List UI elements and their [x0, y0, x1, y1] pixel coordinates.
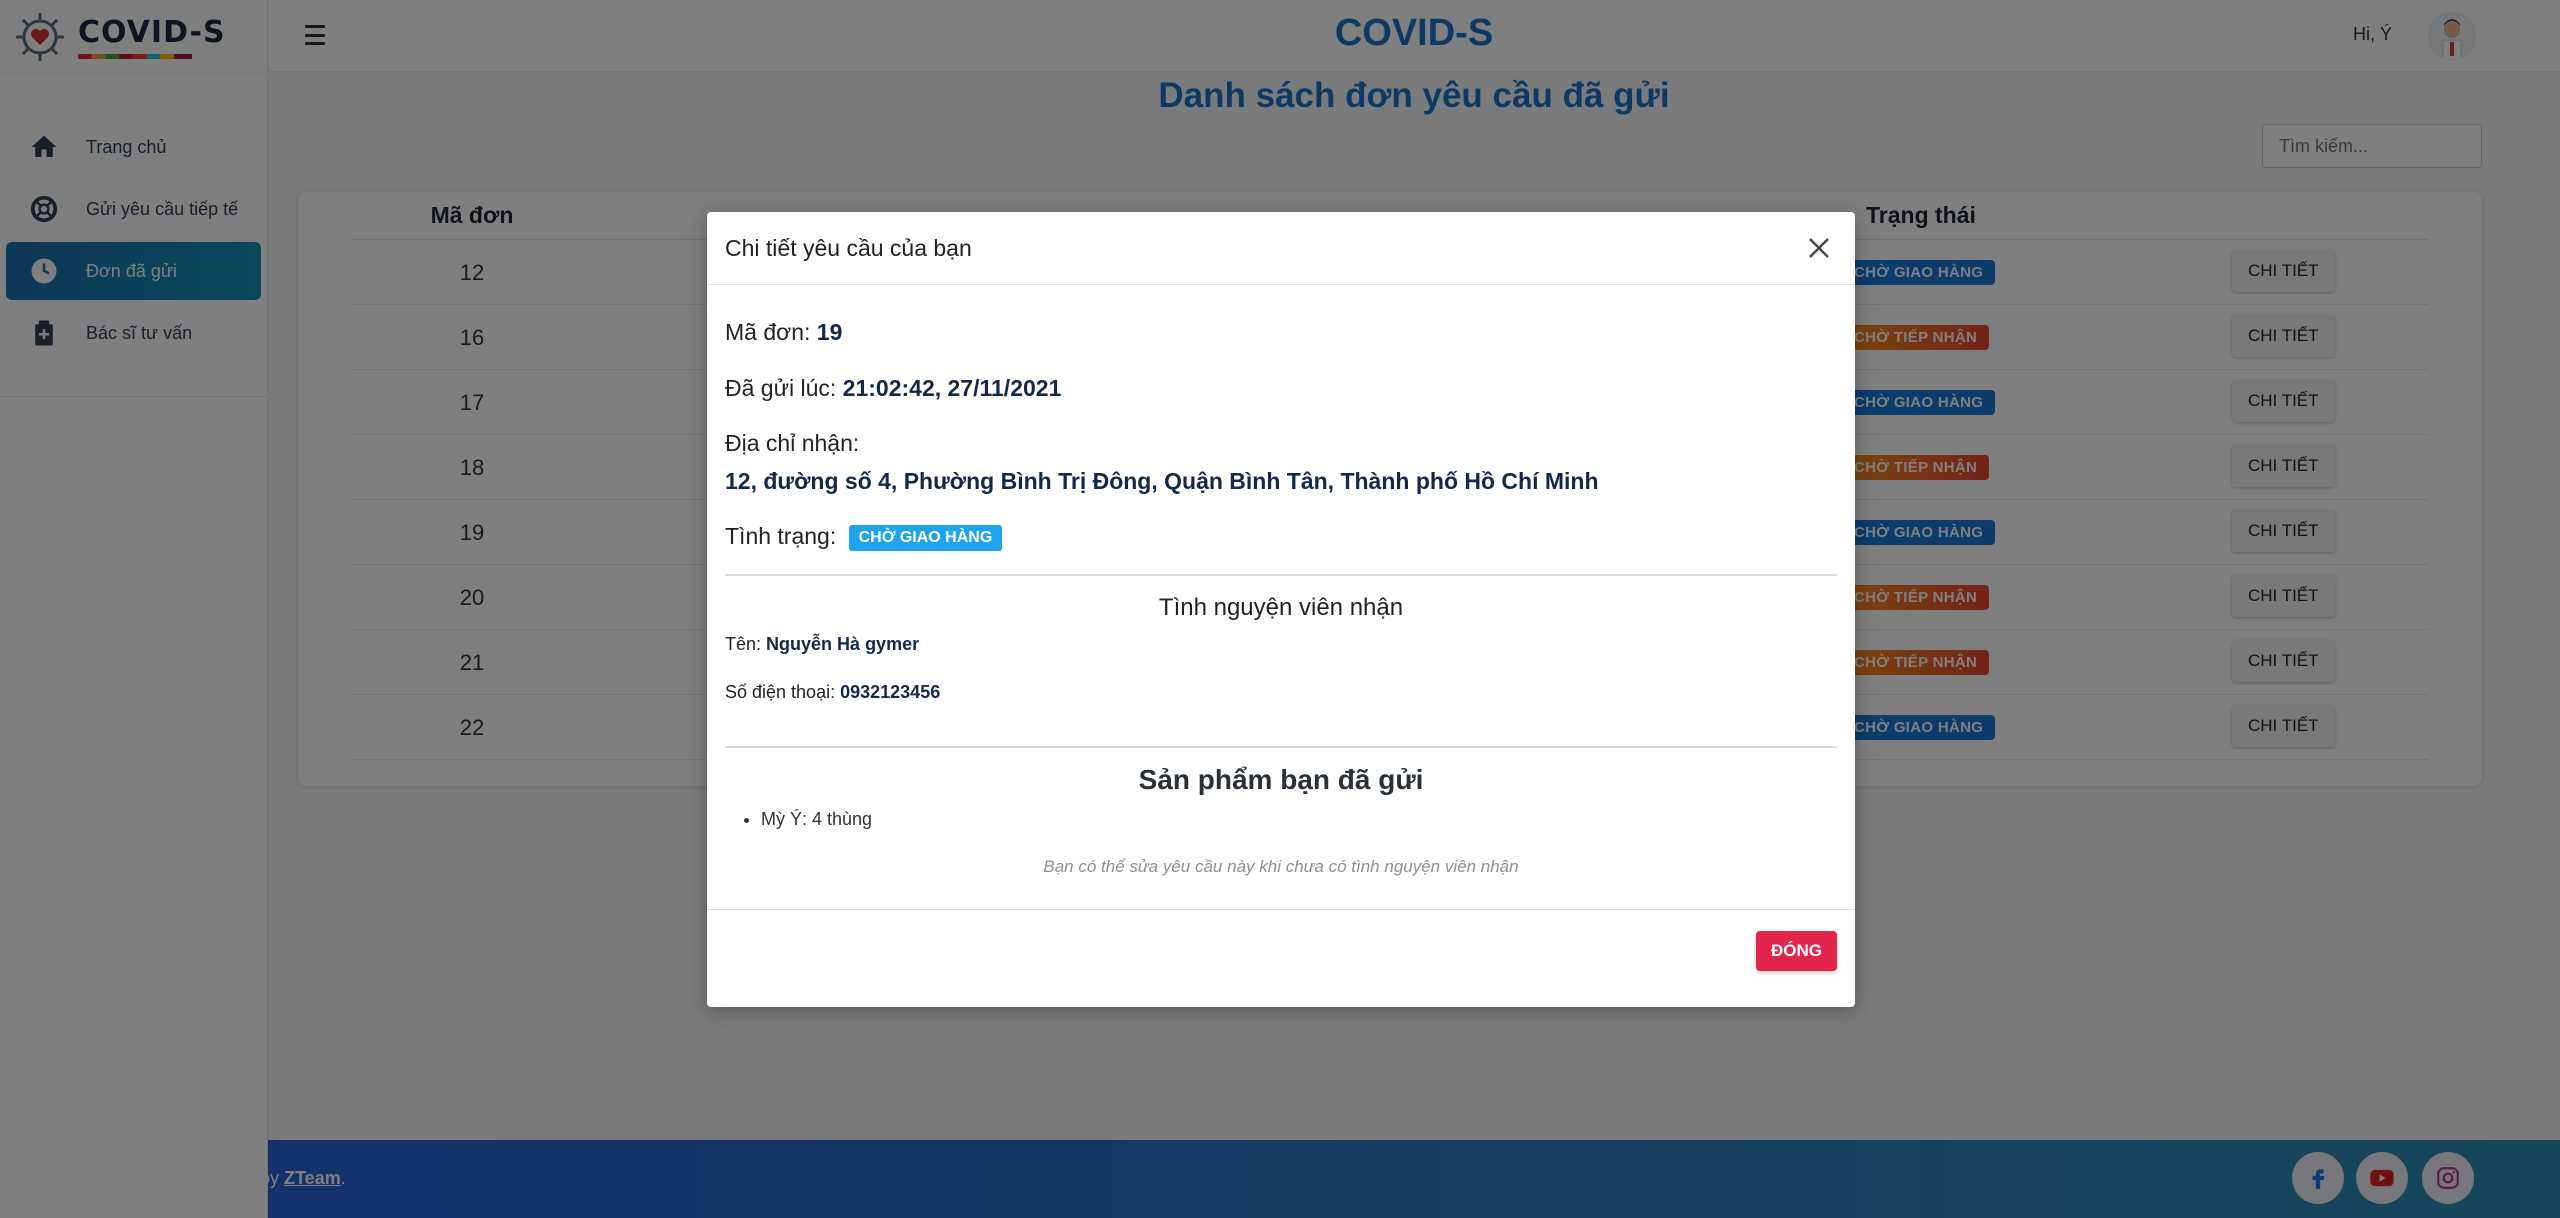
order-id-value: 19: [816, 319, 843, 345]
divider: [725, 574, 1837, 576]
divider: [725, 746, 1837, 748]
address-label: Địa chỉ nhận:: [725, 430, 860, 456]
address-value-line: 12, đường số 4, Phường Bình Trị Đông, Qu…: [725, 468, 1599, 495]
volunteer-phone-value: 0932123456: [840, 682, 941, 702]
product-item: Mỳ Ý: 4 thùng: [761, 809, 872, 830]
volunteer-name-label: Tên:: [725, 634, 762, 654]
sent-time-label: Đã gửi lúc:: [725, 375, 837, 401]
close-icon[interactable]: [1805, 234, 1833, 262]
modal-title: Chi tiết yêu cầu của bạn: [725, 234, 972, 261]
address-value: 12, đường số 4, Phường Bình Trị Đông, Qu…: [725, 468, 1599, 494]
products-heading: Sản phẩm bạn đã gửi: [1138, 764, 1424, 795]
close-button[interactable]: ĐÓNG: [1756, 931, 1837, 971]
order-id-label: Mã đơn:: [725, 319, 811, 345]
volunteer-name-value: Nguyễn Hà gymer: [766, 634, 920, 654]
sent-time-value: 21:02:42, 27/11/2021: [842, 375, 1062, 401]
volunteer-phone-label: Số điện thoại:: [725, 682, 836, 702]
sent-time-line: Đã gửi lúc: 21:02:42, 27/11/2021: [725, 375, 1061, 402]
order-id-line: Mã đơn: 19: [725, 319, 842, 346]
modal-header: Chi tiết yêu cầu của bạn: [707, 212, 1855, 285]
modal-footer: ĐÓNG: [707, 909, 1855, 1007]
volunteer-phone-line: Số điện thoại: 0932123456: [725, 682, 940, 703]
status-badge: CHỜ GIAO HÀNG: [848, 524, 1003, 551]
status-label: Tình trạng:: [725, 523, 837, 549]
order-detail-modal: Chi tiết yêu cầu của bạn Mã đơn: 19 Đã g…: [707, 212, 1855, 1007]
volunteer-heading: Tình nguyện viên nhận: [1158, 594, 1404, 621]
status-line: Tình trạng: CHỜ GIAO HÀNG: [725, 523, 1003, 551]
volunteer-name-line: Tên: Nguyễn Hà gymer: [725, 634, 919, 655]
product-list: Mỳ Ý: 4 thùng: [761, 809, 872, 830]
edit-note: Bạn có thể sửa yêu cầu này khi chưa có t…: [1043, 857, 1519, 876]
